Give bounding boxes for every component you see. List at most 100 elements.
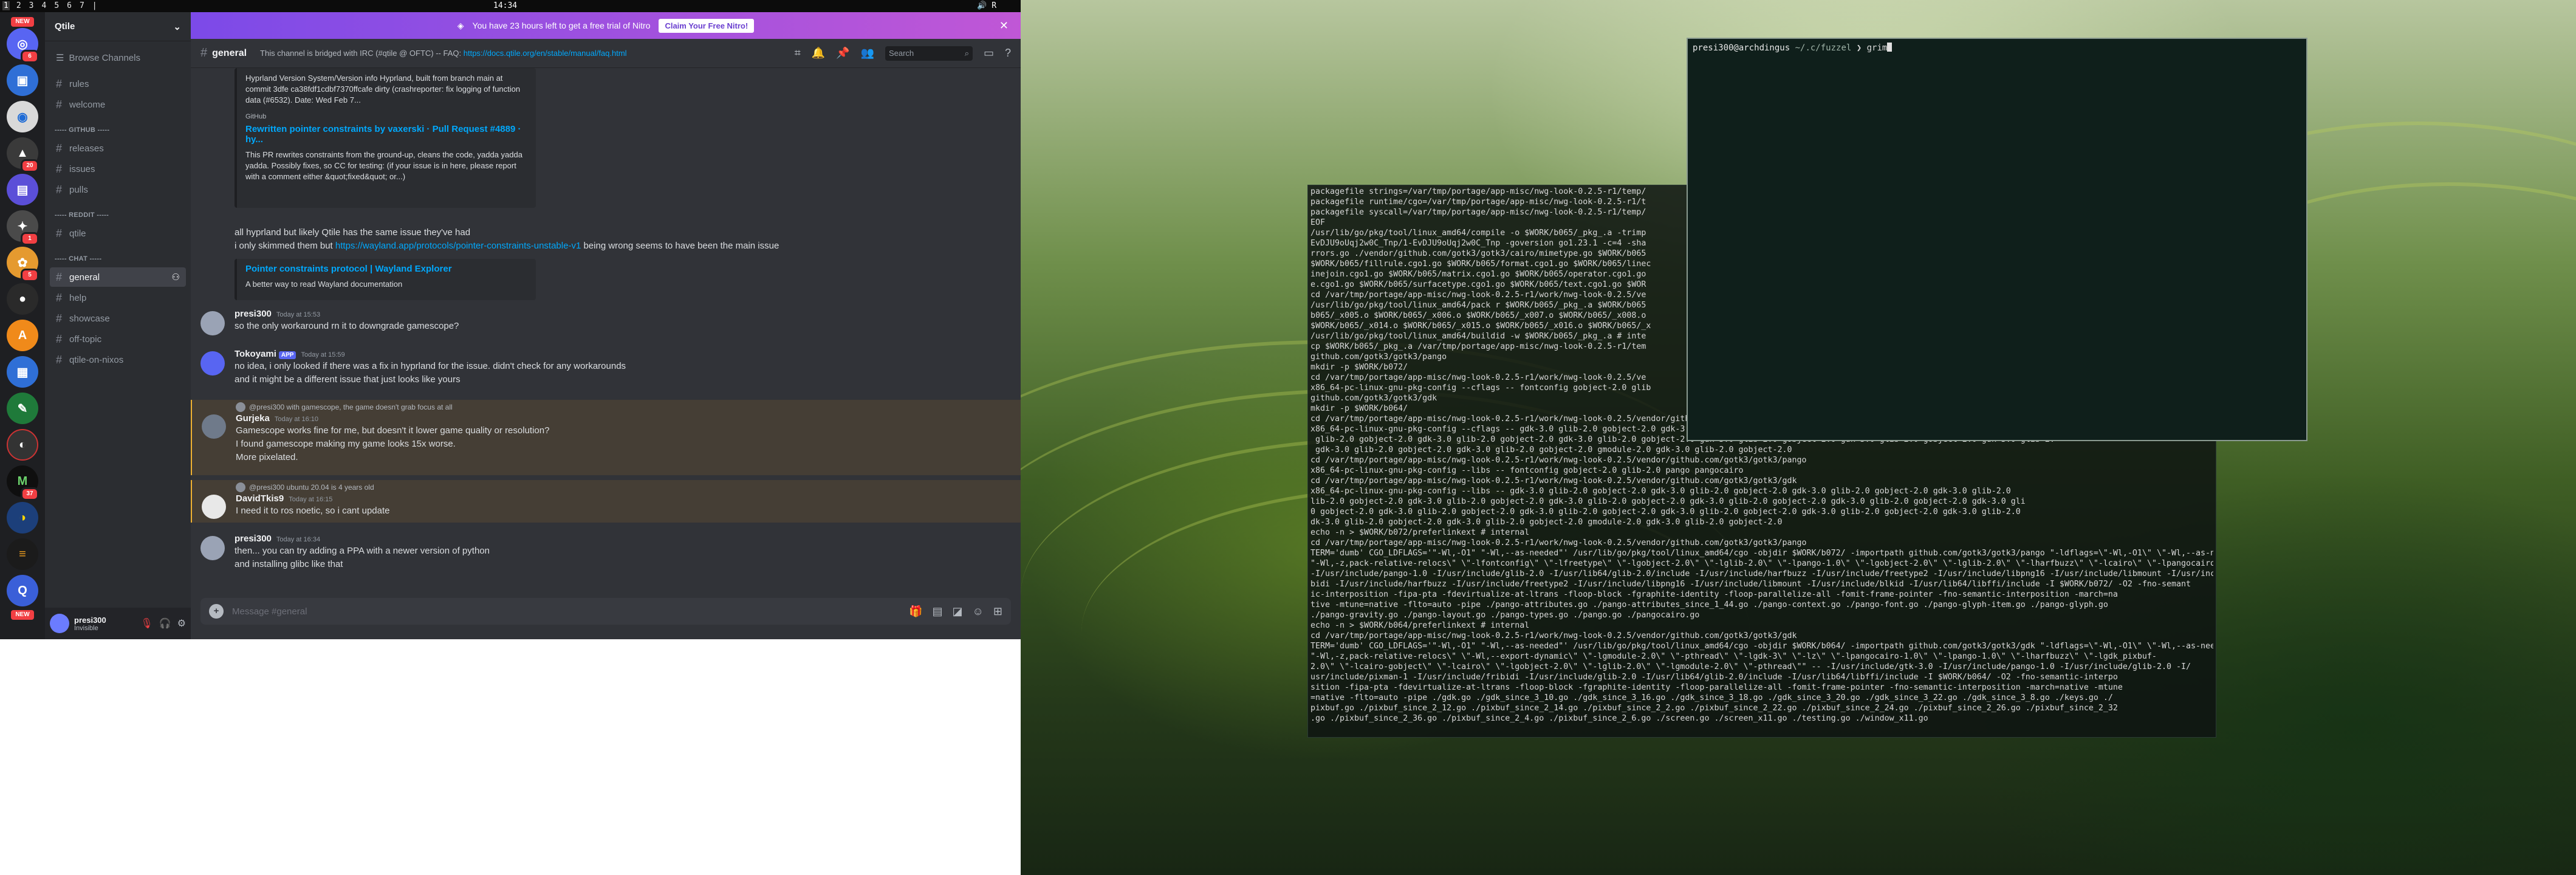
claim-nitro-button[interactable]: Claim Your Free Nitro!: [659, 18, 755, 33]
server-icon[interactable]: ◉: [7, 101, 38, 132]
category-reddit[interactable]: ----- REDDIT -----: [55, 208, 186, 222]
avatar[interactable]: [202, 414, 226, 439]
message-author[interactable]: Tokoyami: [235, 349, 276, 359]
category-chat[interactable]: ----- CHAT -----: [55, 252, 186, 266]
volume-icon[interactable]: 🔊: [977, 1, 987, 10]
add-member-icon[interactable]: ⚇: [172, 272, 180, 283]
emoji-icon[interactable]: ☺: [973, 605, 984, 618]
message-author[interactable]: presi300: [235, 309, 272, 319]
server-icon[interactable]: ◑: [7, 502, 38, 534]
channel-qtile-on-nixos[interactable]: # qtile-on-nixos: [50, 350, 186, 369]
gear-icon[interactable]: ⚙: [177, 617, 186, 630]
apps-icon[interactable]: ⊞: [993, 605, 1002, 618]
gift-icon[interactable]: 🎁: [909, 605, 922, 618]
channel-help[interactable]: # help: [50, 288, 186, 307]
server-icon[interactable]: ◐: [7, 429, 38, 461]
server-icon[interactable]: ✎: [7, 393, 38, 424]
help-icon[interactable]: ?: [1005, 47, 1011, 60]
message-text: i only skimmed them but https://wayland.…: [235, 239, 1021, 253]
group-2[interactable]: 2: [15, 1, 22, 10]
headphones-icon[interactable]: 🎧: [159, 617, 171, 630]
message-input[interactable]: Message #general: [232, 606, 307, 617]
category-github[interactable]: ----- GITHUB -----: [55, 123, 186, 137]
avatar[interactable]: [200, 311, 225, 335]
folder-icon[interactable]: ▤: [7, 174, 38, 205]
threads-icon[interactable]: ⌗: [795, 47, 801, 60]
terminal-line: cd /var/tmp/portage/app-misc/nwg-look-0.…: [1310, 538, 1807, 547]
username: presi300: [74, 615, 106, 625]
avatar[interactable]: [202, 495, 226, 519]
message-author[interactable]: Gurjeka: [236, 413, 270, 424]
pin-icon[interactable]: 📌: [836, 47, 849, 60]
channel-pulls[interactable]: # pulls: [50, 180, 186, 199]
channel-off-topic[interactable]: # off-topic: [50, 329, 186, 349]
prompt-user-host: presi300@archdingus: [1693, 43, 1790, 53]
server-icon[interactable]: ▦: [7, 356, 38, 388]
channel-label: pulls: [69, 184, 88, 195]
channel-general[interactable]: # general ⚇: [50, 267, 186, 287]
group-1[interactable]: 1: [2, 1, 10, 10]
channel-header: # general This channel is bridged with I…: [191, 39, 1021, 68]
group-5[interactable]: 5: [53, 1, 60, 10]
message-link[interactable]: https://wayland.app/protocols/pointer-co…: [335, 241, 581, 251]
reply-preview[interactable]: @presi300 with gamescope, the game doesn…: [236, 401, 1021, 413]
discord-window: NEW ◎ 6 ▣ ◉ ▲ 20 ▤ ✦ 1 ✿ 5 ● A ▦ ✎ ◐ M 3…: [0, 12, 1021, 639]
embed-provider: GitHub: [245, 113, 267, 120]
browse-channels[interactable]: ☰ Browse Channels: [50, 47, 186, 68]
terminal-line: lib-2.0 gobject-2.0 gdk-3.0 glib-2.0 gob…: [1310, 497, 2026, 506]
hash-icon: #: [56, 291, 63, 304]
avatar[interactable]: [200, 536, 225, 560]
channel-qtile[interactable]: # qtile: [50, 224, 186, 243]
app-badge: APP: [278, 351, 296, 359]
search-input[interactable]: Search ⌕: [885, 46, 973, 61]
qtile-server-icon[interactable]: Q: [7, 575, 38, 606]
inbox-icon[interactable]: ▭: [984, 47, 994, 60]
terminal-line: x86_64-pc-linux-gnu-pkg-config --libs --…: [1310, 487, 2011, 496]
group-4[interactable]: 4: [40, 1, 47, 10]
embed-title[interactable]: Pointer constraints protocol | Wayland E…: [245, 264, 527, 274]
server-icon[interactable]: A: [7, 320, 38, 351]
channel-rules[interactable]: # rules: [50, 74, 186, 94]
message-text: so the only workaround rn it to downgrad…: [235, 321, 459, 331]
server-header[interactable]: Qtile ⌄: [45, 12, 191, 41]
message-author[interactable]: DavidTkis9: [236, 493, 284, 504]
server-icon[interactable]: ▣: [7, 64, 38, 96]
reply-avatar: [236, 402, 245, 412]
group-3[interactable]: 3: [28, 1, 35, 10]
mute-icon[interactable]: 🎙: [140, 617, 152, 630]
message: @presi300 with gamescope, the game doesn…: [191, 400, 1021, 475]
reply-preview[interactable]: @presi300 ubuntu 20.04 is 4 years old: [236, 481, 1021, 493]
hash-icon: #: [56, 353, 63, 366]
message-composer[interactable]: + Message #general 🎁 ▤ ◪ ☺ ⊞: [200, 598, 1011, 625]
members-icon[interactable]: 👥: [861, 47, 874, 60]
message-continued: all hyprland but likely Qtile has the sa…: [191, 226, 1021, 253]
topic-link[interactable]: https://docs.qtile.org/en/stable/manual/…: [464, 49, 627, 58]
command-input[interactable]: grim: [1867, 43, 1888, 53]
server-icon[interactable]: ≡: [7, 538, 38, 570]
bell-icon[interactable]: 🔔: [812, 47, 825, 60]
group-6[interactable]: 6: [66, 1, 73, 10]
channel-issues[interactable]: # issues: [50, 159, 186, 179]
channel-topic[interactable]: This channel is bridged with IRC (#qtile…: [260, 49, 627, 58]
channel-welcome[interactable]: # welcome: [50, 95, 186, 114]
fuzzel-terminal[interactable]: presi300@archdingus ~/.c/fuzzel ❯ grim: [1687, 38, 2307, 441]
embed-title[interactable]: Rewritten pointer constraints by vaxersk…: [245, 124, 527, 145]
avatar[interactable]: [200, 351, 225, 376]
channel-label: general: [69, 272, 100, 283]
tray-item[interactable]: R: [992, 1, 996, 10]
close-icon[interactable]: ✕: [999, 19, 1009, 32]
group-7[interactable]: 7: [78, 1, 86, 10]
embed-description: This PR rewrites constraints from the gr…: [245, 150, 522, 181]
avatar[interactable]: [50, 614, 69, 633]
channel-label: welcome: [69, 99, 106, 110]
mention-badge: 37: [21, 487, 39, 501]
channel-showcase[interactable]: # showcase: [50, 309, 186, 328]
sticker-icon[interactable]: ◪: [953, 605, 963, 618]
terminal-line: gdk-3.0 glib-2.0 gobject-2.0 gdk-3.0 gli…: [1310, 445, 1792, 455]
gif-icon[interactable]: ▤: [932, 605, 942, 618]
message-author[interactable]: presi300: [235, 534, 272, 544]
channel-title: general: [212, 47, 247, 58]
server-icon[interactable]: ●: [7, 283, 38, 315]
attach-plus-icon[interactable]: +: [209, 604, 224, 619]
channel-releases[interactable]: # releases: [50, 139, 186, 158]
